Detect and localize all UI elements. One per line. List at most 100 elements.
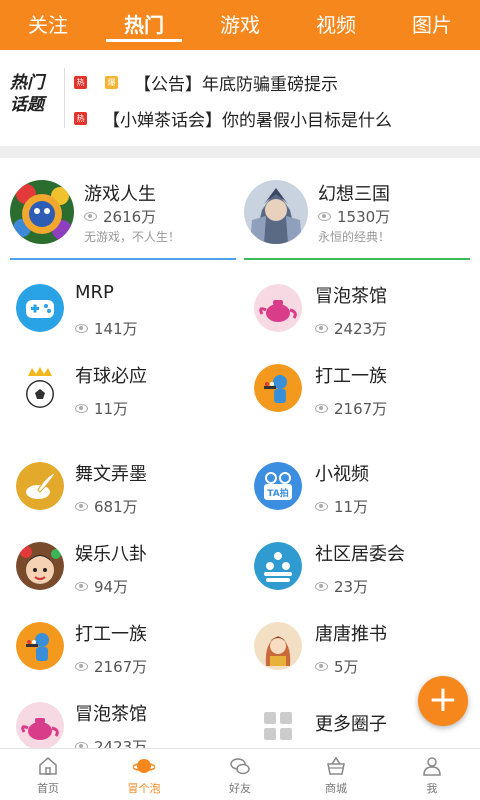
add-post-button[interactable]: + <box>418 676 468 726</box>
circle-item-bubble-teahouse[interactable]: 冒泡茶馆 2423万 <box>240 270 480 350</box>
circle-name: 唐唐推书 <box>315 624 387 645</box>
hot-topics-logo-line2: 话题 <box>10 95 44 115</box>
home-icon <box>39 757 57 775</box>
eye-icon <box>315 662 328 671</box>
teapot-icon <box>254 284 302 332</box>
featured-circle-game-life[interactable]: 游戏人生 2616万 无游戏，不人生！ <box>10 170 236 260</box>
community-icon <box>254 542 302 590</box>
circle-item-ball[interactable]: 有球必应 11万 <box>0 350 240 430</box>
views-count: 5万 <box>334 658 359 676</box>
game-life-avatar <box>10 180 74 244</box>
underline <box>10 258 236 260</box>
teapot-icon <box>16 702 64 750</box>
views-count: 11万 <box>94 400 129 418</box>
circle-item-workers[interactable]: 打工一族 2167万 <box>0 608 240 688</box>
featured-slogan: 永恒的经典！ <box>318 230 391 244</box>
hot-topic-title: 【公告】年底防骗重磅提示 <box>134 75 338 95</box>
circle-views: 23万 <box>315 576 368 597</box>
featured-circle-fantasy-three-kingdoms[interactable]: 幻想三国 1530万 永恒的经典！ <box>244 170 470 260</box>
eye-icon <box>315 502 328 511</box>
nav-label: 冒个泡 <box>127 782 161 795</box>
hot-topic-item[interactable]: 热 【小婵茶话会】你的暑假小目标是什么 <box>74 106 392 131</box>
circle-item-mrp[interactable]: MRP 141万 <box>0 270 240 350</box>
views-count: 2167万 <box>94 658 148 676</box>
views-count: 1530万 <box>337 208 391 226</box>
circle-name: 冒泡茶馆 <box>75 704 147 725</box>
views-count: 2423万 <box>334 320 388 338</box>
top-tab-bar: 关注 热门 游戏 视频 图片 <box>0 0 480 50</box>
circle-item-community[interactable]: 社区居委会 23万 <box>240 528 480 608</box>
chat-bubbles-icon <box>230 758 250 775</box>
nav-bubble[interactable]: 冒个泡 <box>96 749 192 800</box>
tab-pictures[interactable]: 图片 <box>408 0 456 50</box>
nav-me[interactable]: 我 <box>384 749 480 800</box>
hot-topics-panel: 热门 话题 热 爆 【公告】年底防骗重磅提示 热 【小婵茶话会】你的暑假小目标是… <box>0 50 480 146</box>
circle-name: 社区居委会 <box>315 544 405 565</box>
tab-videos[interactable]: 视频 <box>312 0 360 50</box>
views-count: 23万 <box>334 578 369 596</box>
gamepad-icon <box>16 284 64 332</box>
nav-home[interactable]: 首页 <box>0 749 96 800</box>
hot-topic-item[interactable]: 热 爆 【公告】年底防骗重磅提示 <box>74 70 338 95</box>
circle-item-workers[interactable]: 打工一族 2167万 <box>240 350 480 430</box>
nav-mall[interactable]: 商城 <box>288 749 384 800</box>
book-girl-icon <box>254 622 302 670</box>
circle-name: 更多圈子 <box>315 714 387 735</box>
basket-icon <box>327 756 345 775</box>
worker-icon <box>254 364 302 412</box>
circle-name: 有球必应 <box>75 366 147 387</box>
eye-icon <box>315 404 328 413</box>
grid-more-icon <box>254 702 302 750</box>
soccer-ball-icon <box>16 364 64 412</box>
eye-icon <box>315 324 328 333</box>
eye-icon <box>315 582 328 591</box>
circle-views: 681万 <box>75 496 138 517</box>
hot-topic-title: 【小婵茶话会】你的暑假小目标是什么 <box>103 111 392 131</box>
tab-hot[interactable]: 热门 <box>106 0 182 50</box>
views-count: 11万 <box>334 498 369 516</box>
gossip-face-icon <box>16 542 64 590</box>
circle-views: 11万 <box>315 496 368 517</box>
circle-views: 141万 <box>75 318 138 339</box>
tab-follow[interactable]: 关注 <box>24 0 72 50</box>
hot-topics-logo: 热门 话题 <box>10 72 58 116</box>
circle-views: 5万 <box>315 656 359 677</box>
eye-icon <box>318 212 331 221</box>
tab-games[interactable]: 游戏 <box>216 0 264 50</box>
featured-name: 幻想三国 <box>318 184 390 205</box>
circle-views: 11万 <box>75 398 128 419</box>
circle-name: 冒泡茶馆 <box>315 286 387 307</box>
quill-icon <box>16 462 64 510</box>
eye-icon <box>75 324 88 333</box>
nav-label: 好友 <box>229 782 251 795</box>
circle-item-gossip[interactable]: 娱乐八卦 94万 <box>0 528 240 608</box>
eye-icon <box>84 212 97 221</box>
circle-item-literature[interactable]: 舞文弄墨 681万 <box>0 448 240 528</box>
circle-views: 2167万 <box>75 656 147 677</box>
underline <box>244 258 470 260</box>
circle-views: 94万 <box>75 576 128 597</box>
featured-views: 1530万 <box>318 206 390 227</box>
eye-icon <box>75 582 88 591</box>
fantasy-three-kingdoms-avatar <box>244 180 308 244</box>
nav-label: 首页 <box>37 782 59 795</box>
circle-item-short-video[interactable]: TA拍 小视频 11万 <box>240 448 480 528</box>
views-count: 94万 <box>94 578 129 596</box>
bottom-nav: 首页 冒个泡 好友 商城 我 <box>0 748 480 800</box>
featured-slogan: 无游戏，不人生！ <box>84 230 181 244</box>
nav-friends[interactable]: 好友 <box>192 749 288 800</box>
nav-label: 商城 <box>325 782 347 795</box>
eye-icon <box>75 502 88 511</box>
hot-badge: 热 <box>74 112 87 125</box>
circle-name: 舞文弄墨 <box>75 464 147 485</box>
circle-name: 娱乐八卦 <box>75 544 147 565</box>
circle-views: 2423万 <box>315 318 387 339</box>
worker-icon <box>16 622 64 670</box>
video-camera-icon: TA拍 <box>254 462 302 510</box>
views-count: 2167万 <box>334 400 388 418</box>
circle-views: 2167万 <box>315 398 387 419</box>
divider <box>64 68 65 128</box>
planet-icon <box>133 759 155 773</box>
eye-icon <box>75 404 88 413</box>
nav-label: 我 <box>426 782 438 795</box>
